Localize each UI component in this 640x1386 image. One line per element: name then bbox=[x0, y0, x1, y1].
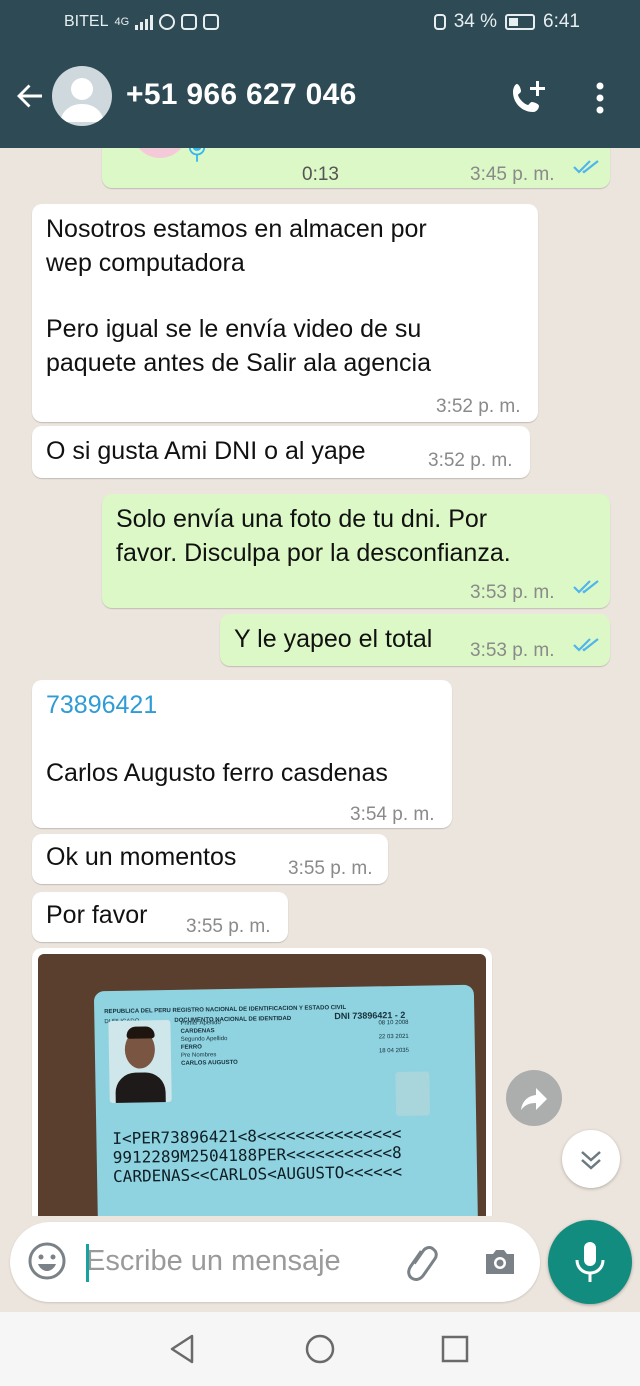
battery-percent: 34 % bbox=[453, 11, 498, 32]
avatar[interactable] bbox=[52, 66, 112, 126]
carrier-label: BITEL bbox=[64, 13, 109, 30]
message-time: 3:55 p. m. bbox=[288, 858, 373, 879]
emoji-icon[interactable] bbox=[26, 1240, 68, 1282]
message-outgoing[interactable]: Y le yapeo el total 3:53 p. m. bbox=[220, 614, 610, 666]
mic-icon bbox=[188, 148, 206, 162]
mic-icon bbox=[575, 1242, 605, 1282]
vibrate-icon bbox=[433, 14, 446, 30]
message-text: Por favor bbox=[46, 901, 148, 929]
message-time: 3:55 p. m. bbox=[186, 916, 271, 937]
nav-back-icon[interactable] bbox=[166, 1332, 200, 1366]
clock: 6:41 bbox=[543, 11, 580, 32]
back-arrow-icon[interactable] bbox=[12, 78, 48, 114]
status-right: 34 % 6:41 bbox=[433, 11, 580, 33]
message-line: Solo envía una foto de tu dni. Por bbox=[116, 505, 488, 533]
chat-area[interactable]: 0:13 3:45 p. m. Nosotros estamos en alma… bbox=[0, 148, 640, 1216]
message-line: Nosotros estamos en almacen por bbox=[46, 215, 427, 243]
message-line: paquete antes de Salir ala agencia bbox=[46, 349, 432, 377]
dni-photo bbox=[108, 1020, 172, 1104]
more-vert-icon[interactable] bbox=[586, 78, 614, 118]
message-composer bbox=[10, 1222, 540, 1302]
message-text: O si gusta Ami DNI o al yape bbox=[46, 437, 366, 465]
message-line: wep computadora bbox=[46, 249, 245, 277]
photo-background: REPUBLICA DEL PERU REGISTRO NACIONAL DE … bbox=[38, 954, 486, 1216]
read-ticks-icon bbox=[573, 160, 599, 174]
dni-mrz: I<PER73896421<8<<<<<<<<<<<<<<< 9912289M2… bbox=[112, 1124, 402, 1186]
nav-home-icon[interactable] bbox=[303, 1332, 337, 1366]
phone-number-link[interactable]: 73896421 bbox=[46, 688, 157, 722]
dni-small-photo bbox=[395, 1071, 431, 1117]
message-incoming[interactable]: 73896421 Carlos Augusto ferro casdenas 3… bbox=[32, 680, 452, 828]
text-caret bbox=[86, 1244, 89, 1282]
message-outgoing[interactable]: Solo envía una foto de tu dni. Por favor… bbox=[102, 494, 610, 608]
dni-card: REPUBLICA DEL PERU REGISTRO NACIONAL DE … bbox=[93, 984, 479, 1216]
read-ticks-icon bbox=[573, 580, 599, 594]
message-time: 3:53 p. m. bbox=[470, 640, 555, 661]
nav-recents-icon[interactable] bbox=[438, 1332, 472, 1366]
message-time: 3:54 p. m. bbox=[350, 804, 435, 825]
message-notification-icon bbox=[181, 14, 198, 30]
default-avatar-icon bbox=[60, 78, 104, 122]
android-nav-bar bbox=[0, 1312, 640, 1386]
status-left: BITEL 4G bbox=[64, 13, 220, 31]
message-line: Pero igual se le envía video de su bbox=[46, 315, 422, 343]
message-image[interactable]: REPUBLICA DEL PERU REGISTRO NACIONAL DE … bbox=[32, 948, 492, 1216]
contact-name[interactable]: +51 966 627 046 bbox=[126, 78, 357, 112]
voice-duration: 0:13 bbox=[302, 164, 339, 185]
message-time: 3:53 p. m. bbox=[470, 582, 555, 603]
forward-icon bbox=[521, 1088, 547, 1110]
dni-date: 22 03 2021 bbox=[378, 1033, 409, 1041]
message-input[interactable] bbox=[86, 1236, 386, 1286]
message-line: favor. Disculpa por la desconfianza. bbox=[116, 539, 511, 567]
mrz-line: CARDENAS<<CARLOS<AUGUSTO<<<<<< bbox=[112, 1161, 403, 1187]
dni-dates: 08 10 2008 22 03 2021 18 04 2035 bbox=[378, 1016, 409, 1059]
message-time: 3:52 p. m. bbox=[436, 396, 521, 417]
dni-date: 18 04 2035 bbox=[378, 1047, 410, 1055]
add-call-icon[interactable] bbox=[505, 76, 549, 120]
message-time: 3:45 p. m. bbox=[470, 164, 555, 185]
chat-header: +51 966 627 046 bbox=[0, 48, 640, 148]
camera-icon[interactable] bbox=[480, 1242, 520, 1282]
message-incoming[interactable]: Por favor 3:55 p. m. bbox=[32, 892, 288, 942]
paperclip-icon[interactable] bbox=[402, 1240, 444, 1282]
read-ticks-icon bbox=[573, 638, 599, 652]
message-incoming[interactable]: Nosotros estamos en almacen por wep comp… bbox=[32, 204, 538, 422]
signal-icon bbox=[135, 14, 154, 30]
battery-icon bbox=[505, 14, 536, 30]
voice-avatar bbox=[132, 148, 188, 158]
message-voice-note[interactable]: 0:13 3:45 p. m. bbox=[102, 148, 610, 188]
dni-field-value: CARLOS AUGUSTO bbox=[181, 1059, 238, 1067]
voice-record-button[interactable] bbox=[548, 1220, 632, 1304]
message-incoming[interactable]: O si gusta Ami DNI o al yape 3:52 p. m. bbox=[32, 426, 530, 478]
network-label: 4G bbox=[114, 16, 130, 28]
instagram-notification-icon bbox=[203, 14, 220, 30]
whatsapp-notification-icon bbox=[159, 14, 176, 30]
message-text: Ok un momentos bbox=[46, 843, 237, 871]
dni-name-block: Primer Apellido CARDENAS Segundo Apellid… bbox=[180, 1019, 238, 1068]
dni-date: 08 10 2008 bbox=[378, 1019, 409, 1027]
message-incoming[interactable]: Ok un momentos 3:55 p. m. bbox=[32, 834, 388, 884]
forward-button[interactable] bbox=[506, 1070, 562, 1126]
scroll-to-bottom-button[interactable] bbox=[562, 1130, 620, 1188]
message-text: Y le yapeo el total bbox=[234, 625, 433, 653]
double-chevron-down-icon bbox=[581, 1151, 601, 1170]
status-bar: BITEL 4G 34 % 6:41 bbox=[0, 0, 640, 48]
message-text: Carlos Augusto ferro casdenas bbox=[46, 759, 388, 787]
message-time: 3:52 p. m. bbox=[428, 450, 513, 471]
